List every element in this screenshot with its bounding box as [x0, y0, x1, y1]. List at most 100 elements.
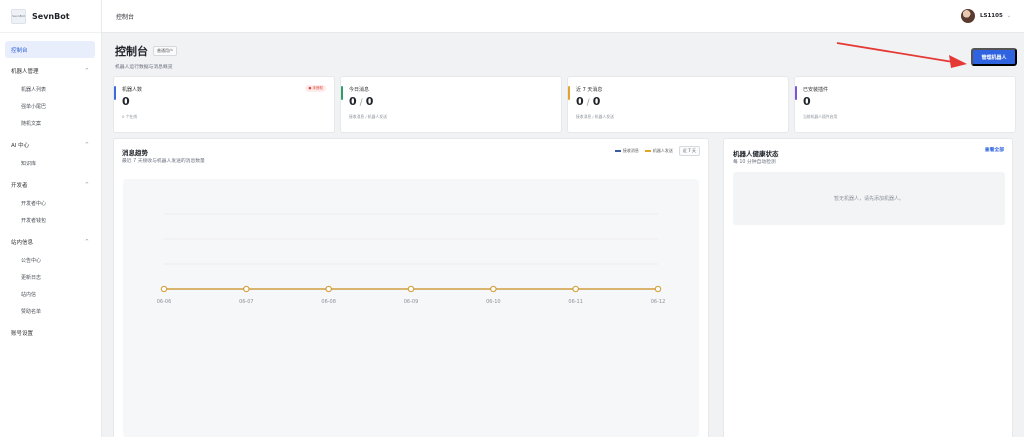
x-tick-label: 06-06 — [157, 299, 172, 305]
stat-label: 已安装插件 — [803, 87, 829, 93]
stat-value: 0/0 — [349, 95, 373, 108]
chart-plot-area: 06-06 06-07 06-08 06-09 06-10 06-11 06-12 — [123, 179, 699, 437]
sidebar-item-label: AI 中心 — [11, 142, 30, 149]
data-point[interactable] — [160, 285, 168, 293]
sidebar-item-label: 账号设置 — [11, 330, 34, 337]
role-badge: 普通用户 — [153, 46, 177, 56]
sidebar-item-developer[interactable]: 开发者 ^ — [5, 176, 95, 193]
data-point[interactable] — [654, 285, 662, 293]
x-tick-label: 06-09 — [404, 299, 419, 305]
main-content: 控制台 普通用户 机器人运行数据与消息概览 管理机器人 机器人数 ● 未授权 0… — [102, 33, 1024, 437]
chevron-down-icon[interactable]: ⌄ — [1007, 13, 1011, 19]
stat-value-received: 0 — [349, 95, 357, 108]
sidebar-item-developer-wallet[interactable]: 开发者钱包 — [0, 212, 101, 229]
manage-bots-button[interactable]: 管理机器人 — [971, 48, 1017, 66]
stat-accent-bar — [341, 86, 343, 100]
legend-label: 机器人发送 — [652, 148, 673, 153]
sidebar: SevnBot SevnBot 控制台 机器人管理 ^ 机器人列表 强单小尾巴 … — [0, 0, 102, 437]
sidebar-item-sponsors[interactable]: 赞助名单 — [0, 303, 101, 320]
stat-separator: / — [586, 98, 590, 108]
sidebar-item-label: 开发者 — [11, 182, 28, 189]
username[interactable]: LS1105 — [980, 13, 1003, 19]
x-tick-label: 06-08 — [321, 299, 336, 305]
sidebar-item-inbox[interactable]: 站内信 — [0, 286, 101, 303]
sidebar-item-announcements[interactable]: 公告中心 — [0, 252, 101, 269]
annotation-arrow-shaft — [836, 42, 954, 63]
x-tick-label: 06-11 — [568, 299, 583, 305]
chevron-up-icon: ^ — [84, 181, 89, 188]
sidebar-item-site-info[interactable]: 站内信息 ^ — [5, 233, 95, 250]
stat-value: 0 — [122, 95, 130, 108]
sidebar-item-account-settings[interactable]: 账号设置 — [5, 324, 95, 341]
status-badge: ● 未授权 — [305, 85, 326, 92]
chart-subtitle: 最近 7 天接收与机器人发送的消息数量 — [122, 159, 205, 164]
page-title-row: 控制台 普通用户 — [115, 43, 177, 59]
data-point[interactable] — [407, 285, 415, 293]
page-header: 控制台 普通用户 机器人运行数据与消息概览 — [115, 43, 177, 70]
avatar[interactable] — [961, 9, 976, 23]
trend-chart: 06-06 06-07 06-08 06-09 06-10 06-11 06-12 — [157, 213, 666, 305]
stat-desc: 接收消息 / 机器人发送 — [576, 114, 614, 119]
stat-card-week-messages: 近 7 天消息 0/0 接收消息 / 机器人发送 — [567, 76, 789, 133]
stat-card-bots: 机器人数 ● 未授权 0 0 个在线 — [113, 76, 335, 133]
chevron-up-icon: ^ — [84, 67, 89, 74]
sidebar-item-knowledge-base[interactable]: 知识库 — [0, 155, 101, 172]
data-point[interactable] — [243, 285, 250, 293]
sidebar-item-label: 机器人管理 — [11, 68, 39, 75]
sidebar-group-developer: 开发者 ^ 开发者中心 开发者钱包 — [0, 176, 101, 229]
stat-desc: 当前机器人插件启用 — [803, 114, 838, 119]
stat-label: 机器人数 — [122, 87, 143, 93]
stat-value: 0/0 — [576, 95, 600, 108]
brand[interactable]: SevnBot SevnBot — [0, 0, 101, 33]
sidebar-item-label: 控制台 — [11, 47, 28, 54]
stat-separator: / — [359, 98, 363, 108]
sidebar-group-bots: 机器人管理 ^ 机器人列表 强单小尾巴 随机文案 — [0, 62, 101, 132]
data-point[interactable] — [572, 285, 579, 293]
stat-card-plugins: 已安装插件 0 当前机器人插件启用 — [794, 76, 1016, 133]
empty-state: 暂无机器人，请先添加机器人。 — [733, 172, 1005, 225]
sidebar-item-bot-list[interactable]: 机器人列表 — [0, 81, 101, 98]
sidebar-group-account: 账号设置 — [0, 324, 101, 341]
stat-value: 0 — [803, 95, 811, 108]
view-all-link[interactable]: 查看全部 — [985, 146, 1004, 153]
sidebar-item-developer-center[interactable]: 开发者中心 — [0, 195, 101, 212]
legend-item-sent[interactable]: 机器人发送 — [644, 148, 673, 154]
legend-swatch — [644, 150, 651, 152]
chart-legend: 接收消息 机器人发送 近 7 天 — [614, 146, 700, 156]
page-title: 控制台 — [115, 45, 148, 58]
stat-value-sent: 0 — [365, 95, 374, 108]
data-point[interactable] — [490, 285, 497, 293]
range-selector-button[interactable]: 近 7 天 — [678, 146, 700, 156]
sidebar-group-ai: AI 中心 ^ 知识库 — [0, 136, 101, 172]
stat-label: 近 7 天消息 — [576, 87, 603, 93]
x-tick-label: 06-12 — [651, 299, 666, 305]
stat-desc: 0 个在线 — [122, 114, 138, 119]
annotation-arrow-icon — [836, 42, 967, 68]
health-title: 机器人健康状态 — [733, 150, 779, 158]
legend-item-received[interactable]: 接收消息 — [614, 148, 639, 154]
data-point[interactable] — [325, 285, 332, 293]
stat-desc: 接收消息 / 机器人发送 — [349, 114, 387, 119]
sidebar-item-random-text[interactable]: 随机文案 — [0, 115, 101, 132]
legend-label: 接收消息 — [622, 148, 639, 153]
topbar-title: 控制台 — [116, 13, 135, 21]
sidebar-item-changelog[interactable]: 更新日志 — [0, 269, 101, 286]
stat-card-today-messages: 今日消息 0/0 接收消息 / 机器人发送 — [340, 76, 562, 133]
stat-value-received: 0 — [576, 95, 584, 108]
message-trend-card: 消息趋势 最近 7 天接收与机器人发送的消息数量 接收消息 机器人发送 近 7 … — [113, 138, 709, 437]
stat-accent-bar — [795, 86, 797, 100]
chevron-up-icon: ^ — [84, 141, 89, 148]
sidebar-item-bot-management[interactable]: 机器人管理 ^ — [5, 62, 95, 79]
sidebar-item-tail[interactable]: 强单小尾巴 — [0, 98, 101, 115]
brand-logo: SevnBot — [11, 8, 26, 24]
page-subtitle: 机器人运行数据与消息概览 — [115, 65, 173, 70]
user-menu[interactable]: LS1105 ⌄ — [961, 9, 1011, 23]
brand-name: SevnBot — [32, 11, 70, 21]
chevron-up-icon: ^ — [84, 238, 89, 245]
stat-value-sent: 0 — [592, 95, 601, 108]
sidebar-item-ai-center[interactable]: AI 中心 ^ — [5, 136, 95, 153]
sidebar-item-dashboard[interactable]: 控制台 — [5, 41, 95, 58]
stat-accent-bar — [114, 86, 116, 100]
topbar: 控制台 LS1105 ⌄ — [102, 0, 1024, 33]
x-tick-label: 06-10 — [486, 299, 501, 305]
